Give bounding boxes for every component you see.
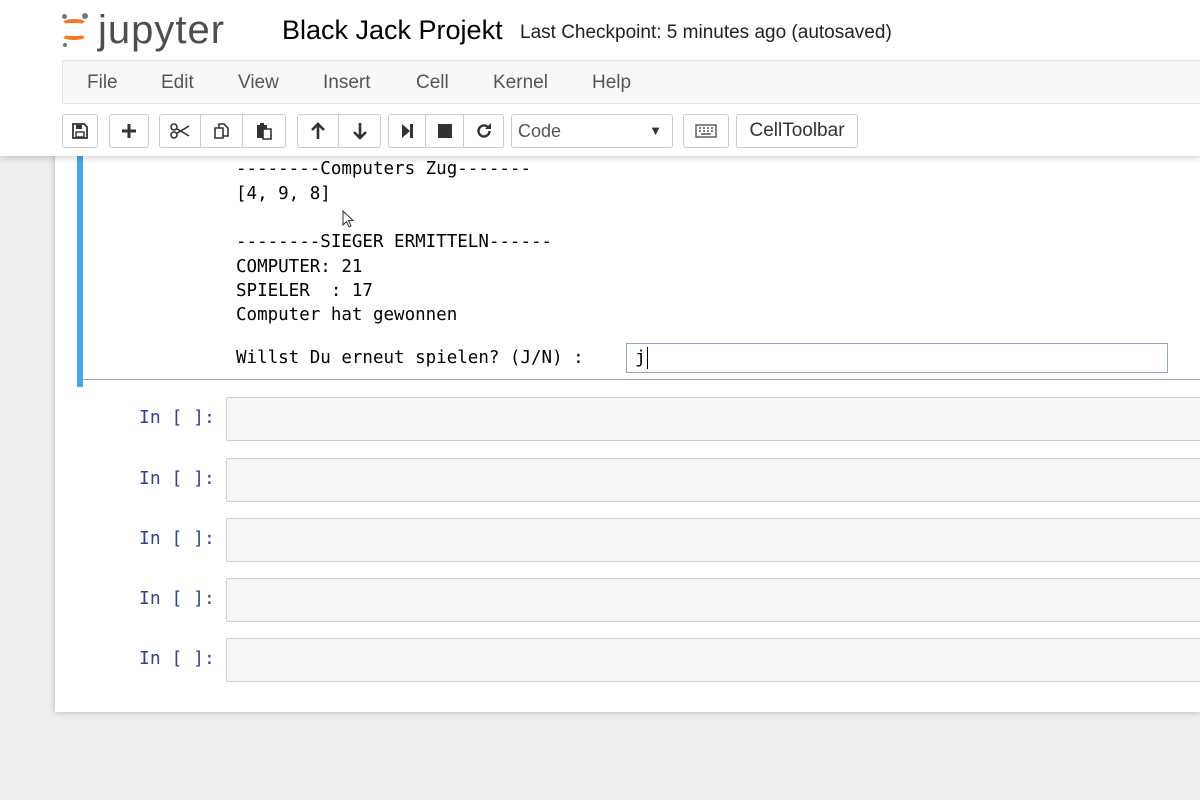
menu-edit[interactable]: Edit: [159, 61, 196, 105]
stdin-input[interactable]: j: [626, 343, 1168, 373]
text-caret: [646, 347, 648, 369]
menubar: File Edit View Insert Cell Kernel Help: [62, 60, 1200, 104]
run-button[interactable]: [388, 114, 426, 148]
step-forward-icon: [400, 123, 414, 139]
arrow-down-icon: [352, 122, 368, 140]
notebook-container: --------Computers Zug------- [4, 9, 8] -…: [55, 150, 1200, 712]
input-prompt: In [ ]:: [139, 648, 215, 669]
menu-help[interactable]: Help: [590, 61, 633, 105]
output-line: COMPUTER: 21: [236, 257, 363, 277]
code-input-area[interactable]: [226, 458, 1200, 502]
code-input-area[interactable]: [226, 638, 1200, 682]
caret-down-icon: ▼: [649, 123, 662, 138]
stdin-value: j: [635, 347, 646, 368]
code-cell[interactable]: In [ ]:: [55, 518, 1200, 562]
code-cell[interactable]: In [ ]:: [55, 458, 1200, 502]
active-cell-indicator: [77, 150, 83, 387]
code-cell[interactable]: In [ ]:: [55, 638, 1200, 682]
code-input-area[interactable]: [226, 518, 1200, 562]
menu-file[interactable]: File: [85, 61, 120, 105]
save-button[interactable]: [62, 114, 98, 148]
code-input-area[interactable]: [226, 397, 1200, 441]
plus-icon: [121, 123, 137, 139]
jupyter-logo-icon: [60, 10, 90, 50]
cell-type-value: Code: [518, 121, 562, 141]
jupyter-notebook-window: jupyter Black Jack Projekt Last Checkpoi…: [0, 0, 1200, 800]
refresh-icon: [475, 122, 493, 140]
paste-icon: [255, 122, 273, 140]
input-prompt: In [ ]:: [139, 528, 215, 549]
output-line: --------Computers Zug-------: [236, 159, 532, 179]
input-prompt: In [ ]:: [139, 407, 215, 428]
input-prompt: In [ ]:: [139, 588, 215, 609]
arrow-up-icon: [310, 122, 326, 140]
checkpoint-status: Last Checkpoint: 5 minutes ago (autosave…: [520, 22, 892, 43]
output-line: [4, 9, 8]: [236, 184, 331, 204]
jupyter-logo[interactable]: jupyter: [60, 6, 225, 54]
paste-button[interactable]: [243, 114, 286, 148]
restart-kernel-button[interactable]: [464, 114, 504, 148]
command-palette-button[interactable]: [683, 114, 729, 148]
keyboard-icon: [695, 124, 717, 138]
menu-view[interactable]: View: [236, 61, 281, 105]
menu-insert[interactable]: Insert: [321, 61, 373, 105]
output-line: --------SIEGER ERMITTELN------: [236, 232, 553, 252]
header: jupyter Black Jack Projekt Last Checkpoi…: [0, 0, 1200, 156]
interrupt-button[interactable]: [426, 114, 464, 148]
output-line: SPIELER : 17: [236, 281, 373, 301]
code-input-area[interactable]: [226, 578, 1200, 622]
move-down-button[interactable]: [339, 114, 381, 148]
code-cell[interactable]: In [ ]:: [55, 578, 1200, 622]
celltoolbar-button[interactable]: CellToolbar: [736, 114, 858, 148]
save-icon: [72, 123, 88, 139]
move-up-button[interactable]: [297, 114, 339, 148]
menu-kernel[interactable]: Kernel: [491, 61, 550, 105]
menu-cell[interactable]: Cell: [414, 61, 451, 105]
insert-cell-button[interactable]: [109, 114, 149, 148]
input-prompt: In [ ]:: [139, 468, 215, 489]
toolbar: Code ▼ CellToolbar: [62, 110, 1200, 150]
mouse-pointer-icon: [342, 210, 354, 228]
scissors-icon: [170, 123, 190, 139]
cell-type-select[interactable]: Code ▼: [511, 114, 673, 148]
logo-text: jupyter: [98, 8, 226, 52]
stdin-prompt: Willst Du erneut spielen? (J/N) :: [236, 348, 584, 368]
output-line: Computer hat gewonnen: [236, 305, 458, 325]
copy-icon: [213, 122, 231, 140]
code-cell[interactable]: In [ ]:: [55, 397, 1200, 441]
cut-button[interactable]: [159, 114, 201, 148]
notebook-title[interactable]: Black Jack Projekt: [282, 12, 503, 48]
copy-button[interactable]: [201, 114, 243, 148]
stop-icon: [437, 123, 453, 139]
